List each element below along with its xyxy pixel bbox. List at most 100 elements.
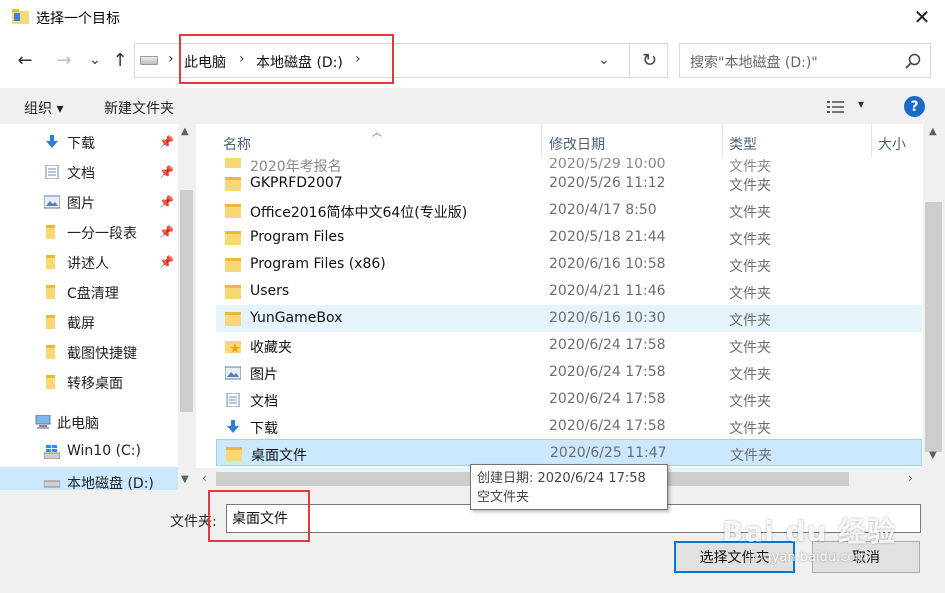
- sidebar-item-pictures[interactable]: 图片 📌: [0, 187, 178, 217]
- list-item[interactable]: 文档 2020/6/24 17:58 文件夹: [216, 386, 922, 413]
- picture-icon: [44, 195, 60, 209]
- list-item[interactable]: YunGameBox 2020/6/16 10:30 文件夹: [216, 305, 922, 332]
- list-item[interactable]: 收藏夹 2020/6/24 17:58 文件夹: [216, 332, 922, 359]
- column-header-type[interactable]: 类型: [723, 124, 871, 158]
- list-item[interactable]: GKPRFD2007 2020/5/26 11:12 文件夹: [216, 170, 922, 197]
- item-date: 2020/6/16 10:58: [549, 256, 666, 272]
- sidebar-item-c-cleanup[interactable]: C盘清理: [0, 277, 178, 307]
- item-date: 2020/6/24 17:58: [549, 337, 666, 353]
- folder-icon: [225, 258, 241, 272]
- sidebar-item-this-pc[interactable]: 此电脑: [0, 407, 178, 437]
- vertical-scrollbar-thumb[interactable]: [925, 202, 942, 452]
- up-button[interactable]: ↑: [108, 48, 132, 72]
- view-details-icon[interactable]: [826, 99, 846, 115]
- item-type: 文件夹: [729, 313, 771, 329]
- sidebar-item-label: 一分一段表: [67, 226, 137, 242]
- scroll-down-arrow-icon[interactable]: ▼: [929, 450, 937, 461]
- list-item[interactable]: 下载 2020/6/24 17:58 文件夹: [216, 413, 922, 440]
- picture-icon: [225, 366, 241, 380]
- scroll-down-arrow-icon[interactable]: ▼: [181, 474, 189, 485]
- sidebar-item-screenshot-shortcut[interactable]: 截图快捷键: [0, 337, 178, 367]
- sidebar-item-screenshot[interactable]: 截屏: [0, 307, 178, 337]
- item-name: Program Files (x86): [250, 256, 386, 272]
- favorites-folder-icon: [225, 341, 241, 353]
- pin-icon[interactable]: 📌: [159, 225, 174, 239]
- pin-icon[interactable]: 📌: [159, 195, 174, 209]
- list-item[interactable]: Program Files 2020/5/18 21:44 文件夹: [216, 224, 922, 251]
- item-date: 2020/6/25 11:47: [550, 445, 667, 461]
- drive-icon: [140, 56, 158, 65]
- scroll-up-arrow-icon[interactable]: ▲: [929, 126, 937, 137]
- item-date: 2020/6/24 17:58: [549, 364, 666, 380]
- pin-icon[interactable]: 📌: [159, 135, 174, 149]
- tooltip-created-date: 创建日期: 2020/6/24 17:58: [477, 471, 646, 486]
- folder-icon: [225, 204, 241, 218]
- sidebar-item-move-desktop[interactable]: 转移桌面: [0, 367, 178, 397]
- scroll-left-arrow-icon[interactable]: ‹: [202, 471, 207, 485]
- folder-icon: [46, 345, 55, 359]
- sidebar-item-label: 本地磁盘 (D:): [67, 476, 154, 490]
- window-title: 选择一个目标: [36, 11, 120, 27]
- search-icon[interactable]: [905, 53, 921, 69]
- item-date: 2020/6/24 17:58: [549, 391, 666, 407]
- column-header-modified[interactable]: 修改日期: [542, 124, 722, 158]
- list-item[interactable]: Program Files (x86) 2020/6/16 10:58 文件夹: [216, 251, 922, 278]
- sidebar-item-score-table[interactable]: 一分一段表 📌: [0, 217, 178, 247]
- column-header-label: 类型: [729, 137, 757, 153]
- folder-icon: [12, 9, 29, 24]
- drive-icon: [44, 480, 60, 488]
- pin-icon[interactable]: 📌: [159, 165, 174, 179]
- sidebar-item-label: 此电脑: [57, 416, 99, 432]
- help-icon[interactable]: ?: [904, 96, 925, 117]
- back-button[interactable]: ←: [13, 48, 37, 72]
- new-folder-button[interactable]: 新建文件夹: [104, 98, 174, 118]
- navigation-pane: 下载 📌 文档 📌 图片 📌 一分一段表 📌 讲述人 📌 C盘清理 截屏 截图快…: [0, 124, 195, 490]
- pin-icon[interactable]: 📌: [159, 255, 174, 269]
- folder-icon: [225, 312, 241, 326]
- organize-menu[interactable]: 组织 ▾: [24, 98, 63, 118]
- list-item[interactable]: Office2016简体中文64位(专业版) 2020/4/17 8:50 文件…: [216, 197, 922, 224]
- annotation-box-address: [179, 34, 394, 84]
- sidebar-item-d-drive[interactable]: 本地磁盘 (D:): [0, 467, 178, 490]
- sidebar-item-label: 文档: [67, 166, 95, 182]
- sidebar-item-label: 转移桌面: [67, 376, 123, 392]
- recent-locations-button[interactable]: ⌄: [83, 48, 107, 72]
- item-name: Office2016简体中文64位(专业版): [250, 205, 468, 221]
- item-type: 文件夹: [729, 340, 771, 356]
- search-input[interactable]: 搜索"本地磁盘 (D:)": [679, 43, 931, 78]
- column-header-name[interactable]: 名称: [216, 124, 541, 158]
- column-header-label: 大小: [878, 137, 906, 153]
- windows-drive-icon: [44, 445, 60, 459]
- sidebar-item-label: 下载: [67, 136, 95, 152]
- scrollbar-corner: [923, 468, 945, 490]
- sidebar-item-downloads[interactable]: 下载 📌: [0, 127, 178, 157]
- item-type: 文件夹: [729, 259, 771, 275]
- list-item[interactable]: 图片 2020/6/24 17:58 文件夹: [216, 359, 922, 386]
- item-type: 文件夹: [729, 367, 771, 383]
- column-header-size[interactable]: 大小: [872, 124, 922, 158]
- list-item[interactable]: 桌面文件 2020/6/25 11:47 文件夹: [216, 439, 922, 466]
- breadcrumb-separator[interactable]: ›: [168, 51, 174, 67]
- folder-icon: [46, 285, 55, 299]
- scroll-right-arrow-icon[interactable]: ›: [908, 471, 913, 485]
- sidebar-item-narrator[interactable]: 讲述人 📌: [0, 247, 178, 277]
- view-options-dropdown[interactable]: ▾: [858, 97, 864, 111]
- item-type: 文件夹: [730, 448, 772, 464]
- sidebar-scrollbar-thumb[interactable]: [180, 190, 193, 412]
- item-name: 图片: [250, 367, 278, 383]
- item-date: 2020/6/24 17:58: [549, 418, 666, 434]
- item-date: 2020/4/17 8:50: [549, 202, 657, 218]
- navigation-bar: ← → ⌄ ↑ › 此电脑 › 本地磁盘 (D:) › ⌄ ↻ 搜索"本地磁盘 …: [0, 34, 945, 88]
- command-bar: 组织 ▾ 新建文件夹 ▾ ?: [0, 88, 945, 124]
- folder-icon: [225, 285, 241, 299]
- address-history-dropdown[interactable]: ⌄: [598, 52, 610, 68]
- close-button[interactable]: ✕: [899, 0, 945, 34]
- sidebar-item-documents[interactable]: 文档 📌: [0, 157, 178, 187]
- list-item[interactable]: Users 2020/4/21 11:46 文件夹: [216, 278, 922, 305]
- folder-icon: [225, 158, 241, 168]
- forward-button[interactable]: →: [52, 48, 76, 72]
- refresh-button[interactable]: ↻: [629, 44, 669, 77]
- item-date: 2020/4/21 11:46: [549, 283, 666, 299]
- scroll-up-arrow-icon[interactable]: ▲: [181, 126, 189, 137]
- sidebar-item-c-drive[interactable]: Win10 (C:): [0, 437, 178, 467]
